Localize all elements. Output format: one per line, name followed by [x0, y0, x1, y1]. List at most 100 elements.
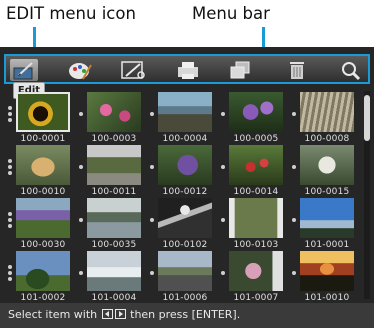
trash-icon: [290, 62, 304, 79]
thumbnail-label: 100-0004: [162, 134, 208, 144]
item-marker: [79, 218, 83, 222]
thumbnail-item[interactable]: 101-0002: [8, 251, 74, 309]
thumbnail-label: 100-0014: [233, 187, 279, 197]
item-marker: [79, 271, 83, 275]
item-marker: [8, 159, 12, 175]
item-marker: [79, 165, 83, 169]
thumbnail-item[interactable]: 100-0102: [150, 198, 216, 256]
thumbnail-item[interactable]: 100-0014: [221, 145, 287, 203]
item-marker: [8, 106, 12, 122]
thumbnail-item[interactable]: 101-0006: [150, 251, 216, 309]
thumbnail-image[interactable]: [300, 251, 354, 291]
thumbnail-item[interactable]: 101-0004: [79, 251, 145, 309]
search-menu-button[interactable]: [337, 59, 365, 81]
thumbnail-image[interactable]: [87, 251, 141, 291]
thumbnail-label: 101-0006: [162, 293, 208, 303]
thumbnail-label: 100-0030: [20, 240, 66, 250]
magnifier-icon: [342, 62, 361, 81]
thumbnail-item[interactable]: 100-0004: [150, 92, 216, 150]
item-marker: [221, 165, 225, 169]
thumbnail-image[interactable]: [158, 145, 212, 185]
thumbnail-image[interactable]: [158, 251, 212, 291]
thumbnail-item[interactable]: 100-0015: [292, 145, 358, 203]
print-menu-button[interactable]: [174, 59, 202, 81]
thumbnail-item[interactable]: 100-0103: [221, 198, 287, 256]
thumbnail-image[interactable]: [229, 251, 283, 291]
thumbnail-label: 100-0011: [91, 187, 137, 197]
thumbnail-label: 101-0002: [20, 293, 66, 303]
edit-menu-button[interactable]: [10, 59, 38, 81]
menu-bar-callout: Menu bar: [192, 4, 270, 23]
thumbnail-image[interactable]: [16, 145, 70, 185]
thumbnail-image[interactable]: [16, 92, 70, 132]
item-marker: [150, 165, 154, 169]
thumbnail-image[interactable]: [229, 145, 283, 185]
thumbnail-label: 100-0008: [304, 134, 350, 144]
thumbnail-item[interactable]: 100-0008: [292, 92, 358, 150]
item-marker: [79, 112, 83, 116]
print-icon: [178, 62, 198, 79]
thumbnail-item[interactable]: 100-0003: [79, 92, 145, 150]
item-marker: [221, 271, 225, 275]
thumbnail-image[interactable]: [16, 251, 70, 291]
status-bar: Select item with then press [ENTER].: [0, 303, 374, 328]
thumbnail-image[interactable]: [300, 198, 354, 238]
thumbnail-item[interactable]: 100-0010: [8, 145, 74, 203]
menu-bar: [4, 54, 370, 84]
thumbnail-item[interactable]: 100-0030: [8, 198, 74, 256]
thumbnail-image[interactable]: [87, 145, 141, 185]
thumbnail-label: 100-0012: [162, 187, 208, 197]
thumbnail-item[interactable]: 100-0035: [79, 198, 145, 256]
thumbnail-label: 100-0102: [162, 240, 208, 250]
thumbnail-image[interactable]: [229, 92, 283, 132]
thumbnail-image[interactable]: [229, 198, 283, 238]
decorate-menu-button[interactable]: [66, 59, 94, 81]
edit-icon: [13, 62, 33, 80]
scrollbar[interactable]: [364, 91, 370, 299]
copy-menu-button[interactable]: [226, 59, 254, 81]
item-marker: [292, 271, 296, 275]
thumbnail-item[interactable]: 100-0011: [79, 145, 145, 203]
thumbnail-image[interactable]: [300, 92, 354, 132]
thumbnail-image[interactable]: [158, 198, 212, 238]
thumbnail-item[interactable]: 101-0010: [292, 251, 358, 309]
thumbnail-image[interactable]: [300, 145, 354, 185]
thumbnail-image[interactable]: [158, 92, 212, 132]
copy-icon: [230, 61, 250, 79]
scrollbar-thumb[interactable]: [364, 95, 370, 141]
status-prefix: Select item with: [8, 308, 98, 321]
tools-menu-button[interactable]: [119, 59, 147, 81]
thumbnail-item[interactable]: 100-0012: [150, 145, 216, 203]
thumbnail-label: 100-0010: [20, 187, 66, 197]
palette-icon: [69, 63, 92, 80]
item-marker: [150, 218, 154, 222]
item-marker: [150, 271, 154, 275]
device-screen: Edit 100-0001 100-0003 100-0004 100-0005 100…: [0, 47, 374, 328]
left-arrow-key-icon: [101, 309, 113, 319]
delete-menu-button[interactable]: [283, 59, 311, 81]
item-marker: [8, 265, 12, 281]
thumbnail-item[interactable]: 101-0007: [221, 251, 287, 309]
status-message: Select item with then press [ENTER].: [8, 308, 240, 321]
thumbnail-label: 100-0003: [91, 134, 137, 144]
tools-icon: [121, 61, 145, 79]
thumbnail-item[interactable]: 100-0005: [221, 92, 287, 150]
thumbnail-label: 100-0103: [233, 240, 279, 250]
thumbnail-label: 100-0035: [91, 240, 137, 250]
thumbnail-label: 100-0015: [304, 187, 350, 197]
thumbnail-label: 100-0005: [233, 134, 279, 144]
thumbnail-image[interactable]: [87, 198, 141, 238]
status-suffix: then press [ENTER].: [130, 308, 241, 321]
item-marker: [8, 212, 12, 228]
right-arrow-key-icon: [114, 309, 126, 319]
edit-menu-icon-callout: EDIT menu icon: [6, 4, 136, 23]
thumbnail-label: 101-0001: [304, 240, 350, 250]
thumbnail-item[interactable]: 101-0001: [292, 198, 358, 256]
item-marker: [150, 112, 154, 116]
item-marker: [292, 165, 296, 169]
thumbnail-image[interactable]: [16, 198, 70, 238]
thumbnail-item[interactable]: 100-0001: [8, 92, 74, 150]
item-marker: [221, 218, 225, 222]
thumbnail-label: 101-0010: [304, 293, 350, 303]
thumbnail-image[interactable]: [87, 92, 141, 132]
